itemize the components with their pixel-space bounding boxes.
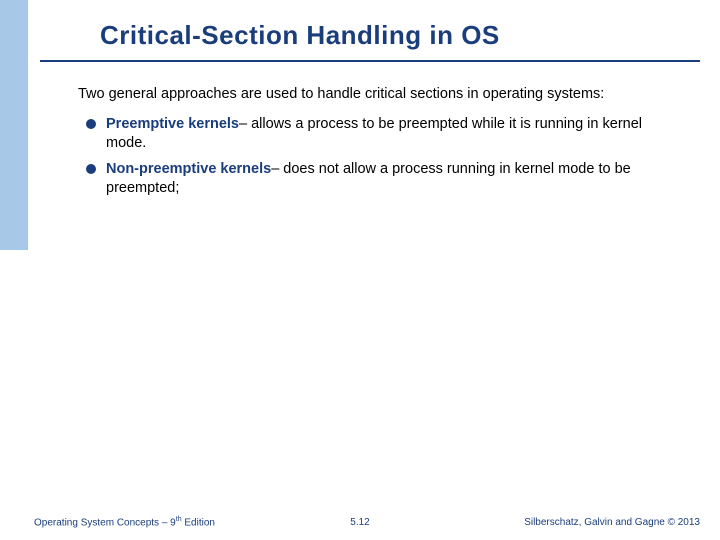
list-item: Non-preemptive kernels– does not allow a… [86,160,680,199]
list-item: Preemptive kernels– allows a process to … [86,115,680,154]
footer-right: Silberschatz, Galvin and Gagne © 2013 [524,517,700,528]
footer-left: Operating System Concepts – 9th Edition [34,516,215,528]
footer-left-pre: Operating System Concepts – 9 [34,517,176,528]
bullet-icon [86,164,96,174]
sidebar-accent [0,0,28,250]
title-underline [40,60,700,62]
bullet-term: Preemptive kernels [106,116,239,132]
bullet-icon [86,119,96,129]
slide: Critical-Section Handling in OS Two gene… [0,0,720,540]
bullet-text: Preemptive kernels– allows a process to … [106,115,680,154]
footer-center: 5.12 [350,517,369,528]
slide-title: Critical-Section Handling in OS [100,20,500,51]
intro-text: Two general approaches are used to handl… [78,85,680,105]
bullet-term: Non-preemptive kernels [106,161,271,177]
slide-body: Two general approaches are used to handl… [78,85,680,199]
bullet-text: Non-preemptive kernels– does not allow a… [106,160,680,199]
footer: Operating System Concepts – 9th Edition … [0,510,720,530]
sidebar-blank [0,250,28,540]
footer-left-post: Edition [182,517,215,528]
